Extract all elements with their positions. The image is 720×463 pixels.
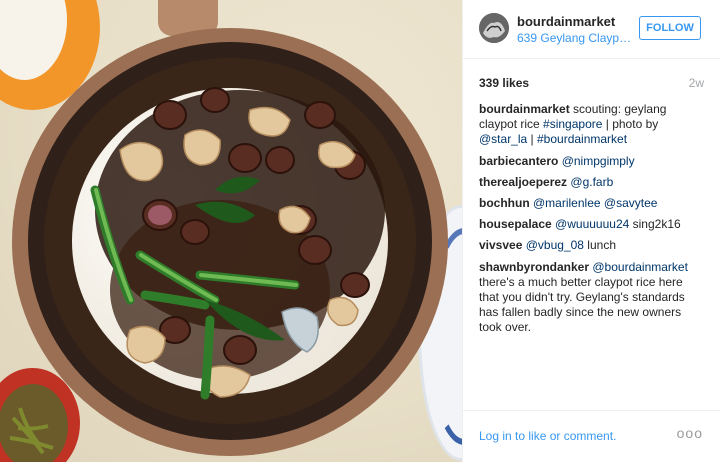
comment-row: vivsvee @vbug_08 lunch: [479, 238, 705, 253]
post-age[interactable]: 2w: [689, 76, 704, 90]
caption-hashtag[interactable]: #singapore: [543, 117, 602, 131]
caption-text: | photo by: [602, 117, 659, 132]
comment-username[interactable]: therealjoeperez: [479, 175, 567, 189]
comment-mention[interactable]: @nimpgimply: [562, 154, 635, 168]
caption-mention[interactable]: @star_la: [479, 132, 527, 146]
comment-row: bochhun @marilenlee @savytee: [479, 196, 705, 211]
comment-mention[interactable]: @g.farb: [570, 175, 613, 189]
comment-username[interactable]: bochhun: [479, 196, 530, 210]
follow-button[interactable]: FOLLOW: [639, 16, 701, 40]
comment-row: therealjoeperez @g.farb: [479, 175, 705, 190]
comment-row: housepalace @wuuuuuu24 sing2k16: [479, 217, 705, 232]
post-location[interactable]: 639 Geylang Claypot Rice: [517, 31, 635, 45]
comment-username[interactable]: barbiecantero: [479, 154, 558, 168]
comment-mention[interactable]: @bourdainmarket: [592, 260, 688, 274]
post-header: bourdainmarket 639 Geylang Claypot Rice …: [463, 0, 720, 59]
comment-mention[interactable]: @marilenlee: [533, 196, 601, 210]
comment-username[interactable]: vivsvee: [479, 238, 522, 252]
comment-text: there's a much better claypot rice here …: [479, 274, 685, 335]
caption-hashtag[interactable]: #bourdainmarket: [537, 132, 627, 146]
comment-text: lunch: [583, 238, 616, 253]
comment-mention[interactable]: @wuuuuuu24: [555, 217, 629, 231]
avatar[interactable]: [479, 13, 509, 43]
comment-rows: barbiecantero @nimpgimply therealjoeperez…: [479, 154, 705, 336]
comment-text: sing2k16: [629, 217, 681, 232]
likes-count[interactable]: 339 likes: [479, 76, 529, 90]
caption-separator: |: [527, 132, 537, 147]
comment-row: barbiecantero @nimpgimply: [479, 154, 705, 169]
post-username[interactable]: bourdainmarket: [517, 14, 615, 29]
avatar-image: [479, 13, 509, 43]
claypot-toppings: [90, 87, 385, 400]
comment-username[interactable]: housepalace: [479, 217, 552, 231]
more-options-icon[interactable]: ooo: [677, 425, 703, 441]
post-photo[interactable]: [0, 0, 462, 462]
post-footer: Log in to like or comment. ooo: [463, 410, 720, 463]
caption-username[interactable]: bourdainmarket: [479, 102, 570, 116]
comments-list: bourdainmarket scouting: geylang claypot…: [479, 102, 705, 342]
comment-mention[interactable]: @vbug_08: [526, 238, 584, 252]
login-to-comment-link[interactable]: Log in to like or comment.: [479, 429, 616, 443]
comment-username[interactable]: shawnbyrondanker: [479, 260, 589, 274]
caption: bourdainmarket scouting: geylang claypot…: [479, 102, 705, 148]
post-side-panel: bourdainmarket 639 Geylang Claypot Rice …: [462, 0, 720, 462]
post-stats: 339 likes 2w: [463, 59, 720, 103]
comment-mention[interactable]: @savytee: [604, 196, 658, 210]
comment-row: shawnbyrondanker @bourdainmarket there's…: [479, 260, 705, 336]
